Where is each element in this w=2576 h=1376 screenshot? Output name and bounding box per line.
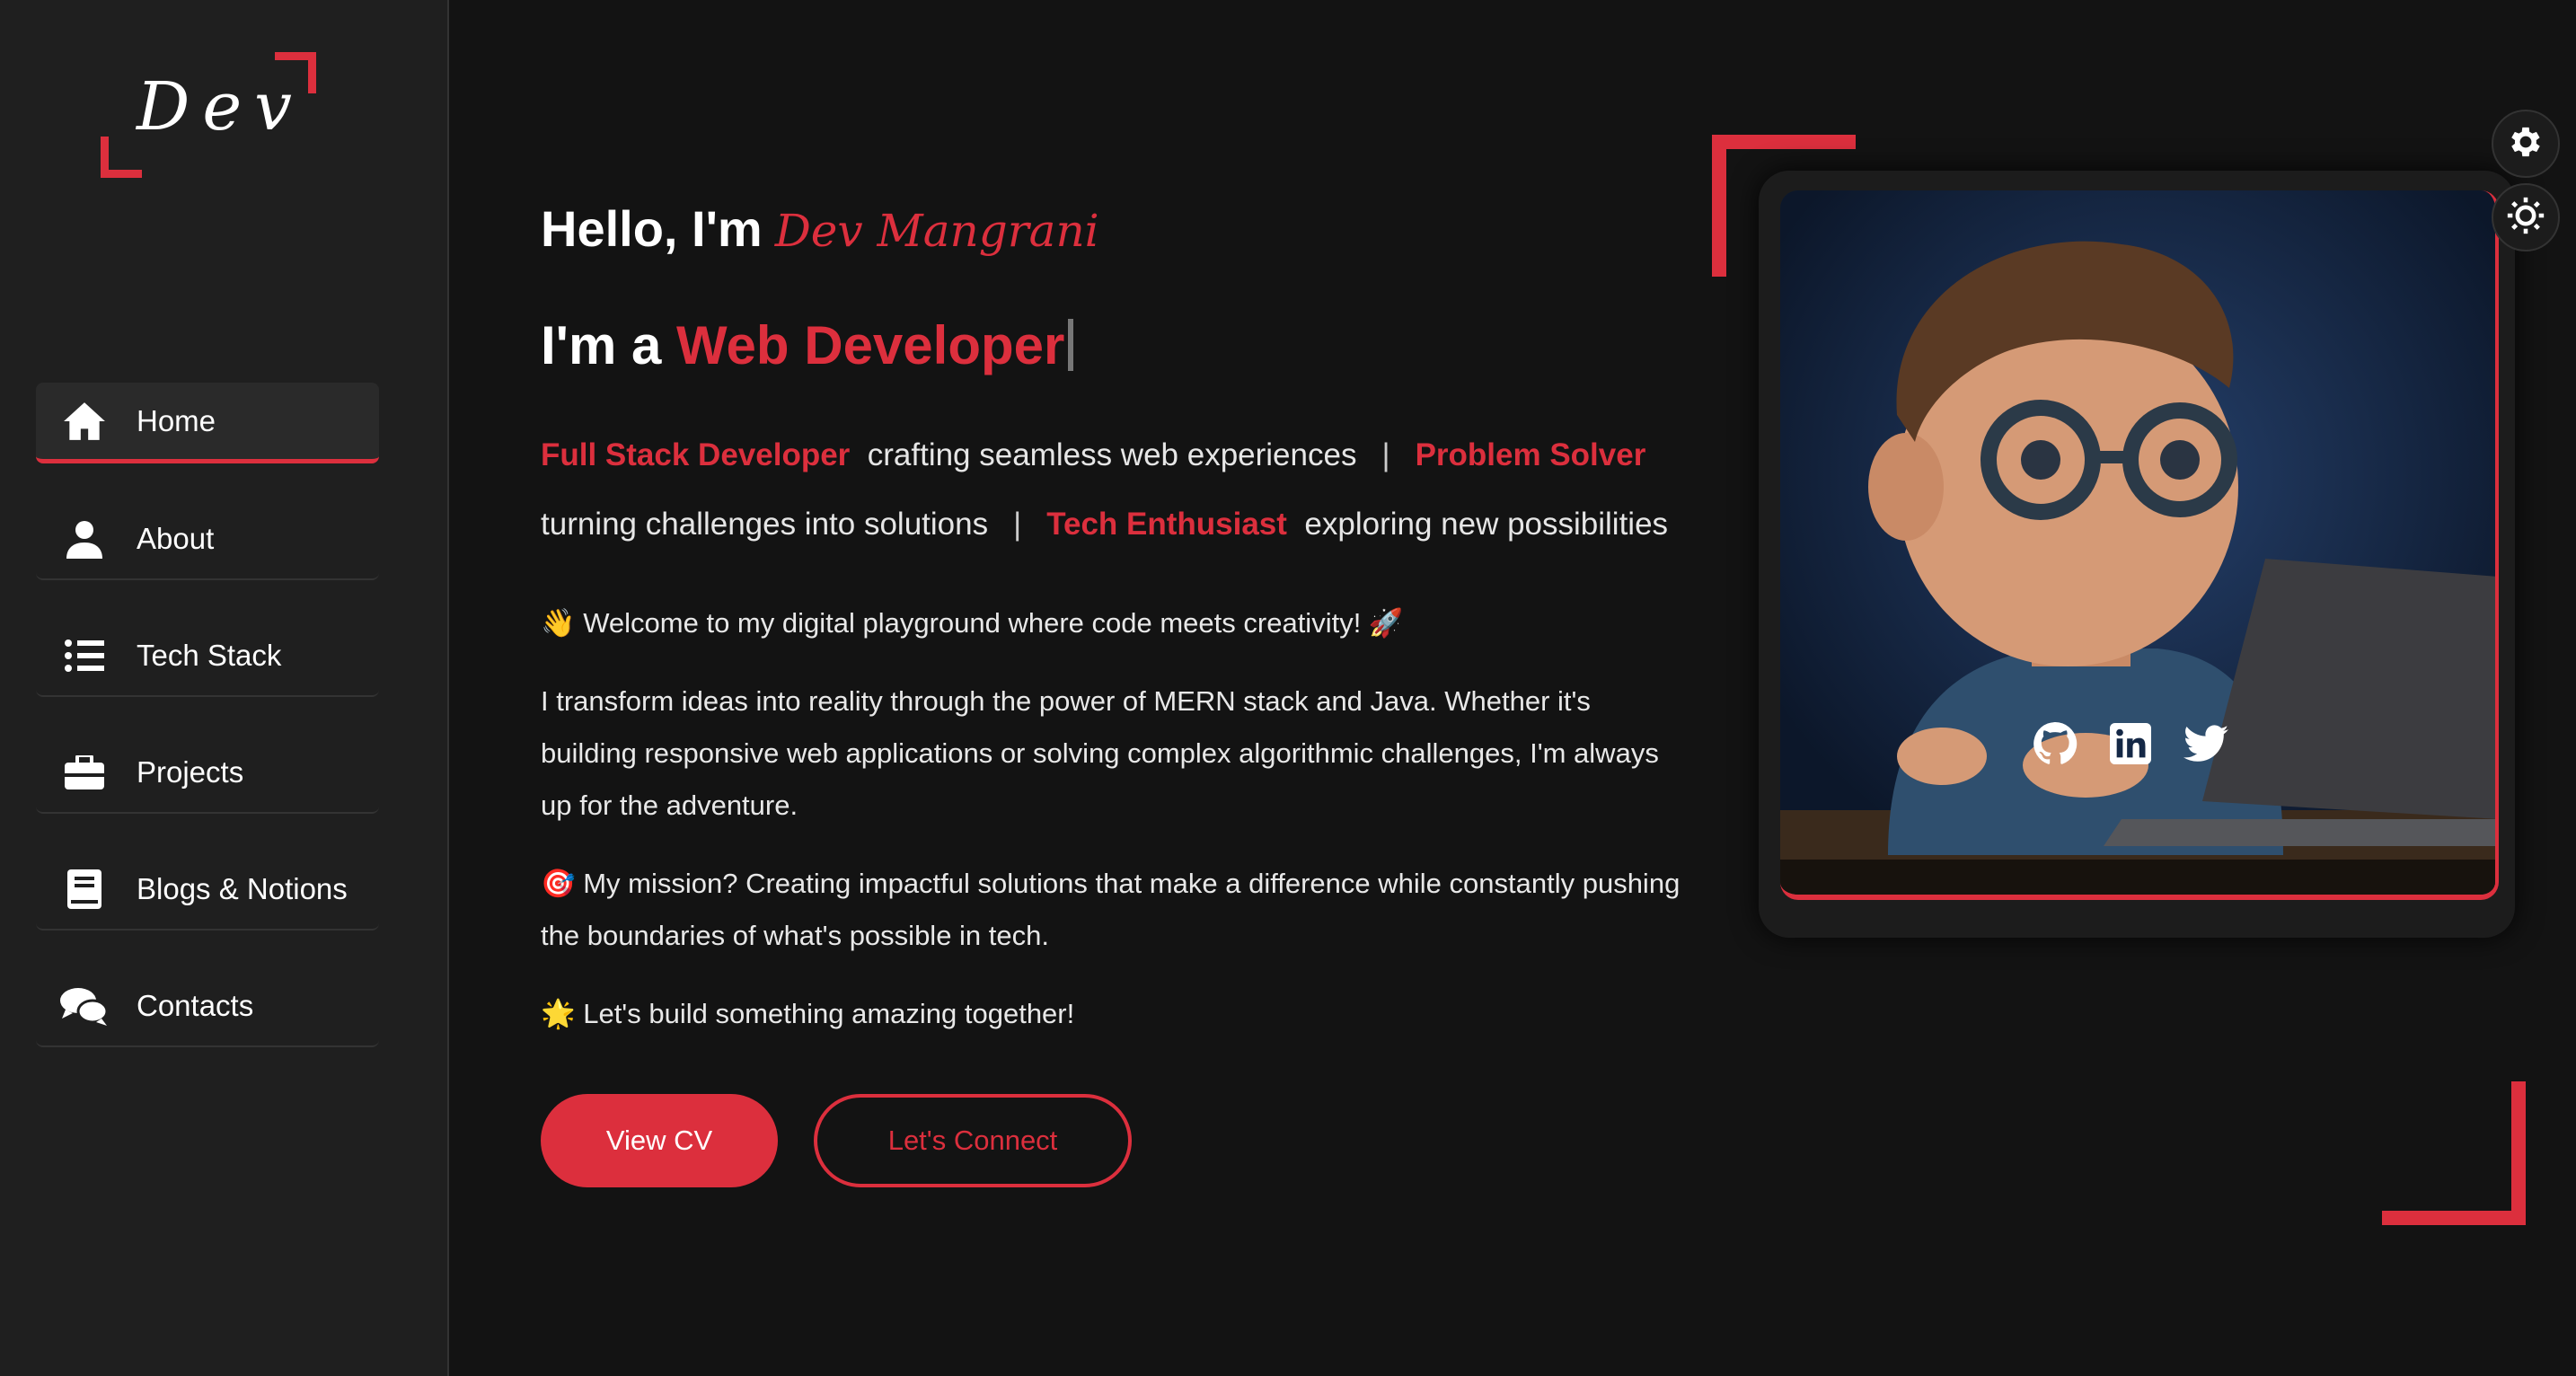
lets-connect-button[interactable]: Let's Connect: [814, 1094, 1132, 1187]
logo-text: Dev: [137, 68, 304, 146]
sidebar-item-label: Home: [137, 403, 216, 437]
sidebar-item-about[interactable]: About: [36, 499, 379, 580]
mission-text: 🎯 My mission? Creating impactful solutio…: [541, 868, 1681, 951]
sidebar-item-label: Tech Stack: [137, 639, 282, 672]
hero-name: Dev Mangrani: [774, 205, 1099, 257]
tag-highlight: Tech Enthusiast: [1046, 507, 1287, 542]
tagline: Full Stack Developer crafting seamless w…: [541, 420, 1798, 559]
book-icon: [59, 864, 110, 914]
avatar-image: [1780, 190, 2499, 900]
tag-highlight: Problem Solver: [1415, 437, 1646, 472]
view-cv-button[interactable]: View CV: [541, 1094, 778, 1187]
tag-text: crafting seamless web experiences: [867, 437, 1357, 472]
theme-sun-icon: [2506, 196, 2545, 240]
profile-card: [1759, 171, 2515, 938]
closing-text: 🌟 Let's build something amazing together…: [541, 998, 1075, 1029]
sidebar-item-home[interactable]: Home: [36, 383, 379, 463]
greeting-text: Hello, I'm: [541, 200, 763, 257]
sidebar-item-label: Projects: [137, 755, 244, 789]
settings-button[interactable]: [2492, 110, 2560, 178]
welcome-text: 👋 Welcome to my digital playground where…: [541, 607, 1404, 639]
list-icon: [59, 631, 110, 681]
sidebar-item-label: Contacts: [137, 989, 254, 1022]
tag-separator: |: [1381, 437, 1390, 472]
role-heading: I'm a Web Developer: [541, 314, 1074, 376]
sidebar-nav: Home About Tech Stack Projects Blogs & N…: [36, 383, 379, 1083]
tag-highlight: Full Stack Developer: [541, 437, 851, 472]
role-prefix: I'm a: [541, 315, 662, 375]
sidebar: Dev Home About Tech Stack Projects Blogs…: [0, 0, 449, 1376]
linkedin-icon[interactable]: [2107, 720, 2154, 767]
briefcase-icon: [59, 747, 110, 798]
frame-corner-bottom-right: [2382, 1081, 2526, 1225]
twitter-icon[interactable]: [2183, 720, 2229, 767]
home-icon: [59, 396, 110, 446]
sidebar-item-label: About: [137, 522, 215, 555]
tag-text: exploring new possibilities: [1304, 507, 1669, 542]
theme-toggle-button[interactable]: [2492, 183, 2560, 251]
developer-illustration: [1780, 190, 2495, 895]
role-text: Web Developer: [676, 315, 1065, 375]
sidebar-item-contacts[interactable]: Contacts: [36, 966, 379, 1047]
sidebar-item-blogs[interactable]: Blogs & Notions: [36, 850, 379, 931]
sidebar-item-projects[interactable]: Projects: [36, 733, 379, 814]
settings-icon: [2506, 122, 2545, 166]
greeting: Hello, I'm Dev Mangrani: [541, 199, 1099, 258]
chat-icon: [59, 981, 110, 1031]
sidebar-item-label: Blogs & Notions: [137, 872, 348, 905]
logo[interactable]: Dev: [101, 52, 316, 178]
tag-text: turning challenges into solutions: [541, 507, 989, 542]
typing-cursor: [1068, 319, 1074, 371]
user-icon: [59, 514, 110, 564]
tag-separator: |: [1013, 507, 1022, 542]
intro-text: I transform ideas into reality through t…: [541, 685, 1659, 821]
github-icon[interactable]: [2032, 720, 2078, 767]
sidebar-item-tech-stack[interactable]: Tech Stack: [36, 616, 379, 697]
